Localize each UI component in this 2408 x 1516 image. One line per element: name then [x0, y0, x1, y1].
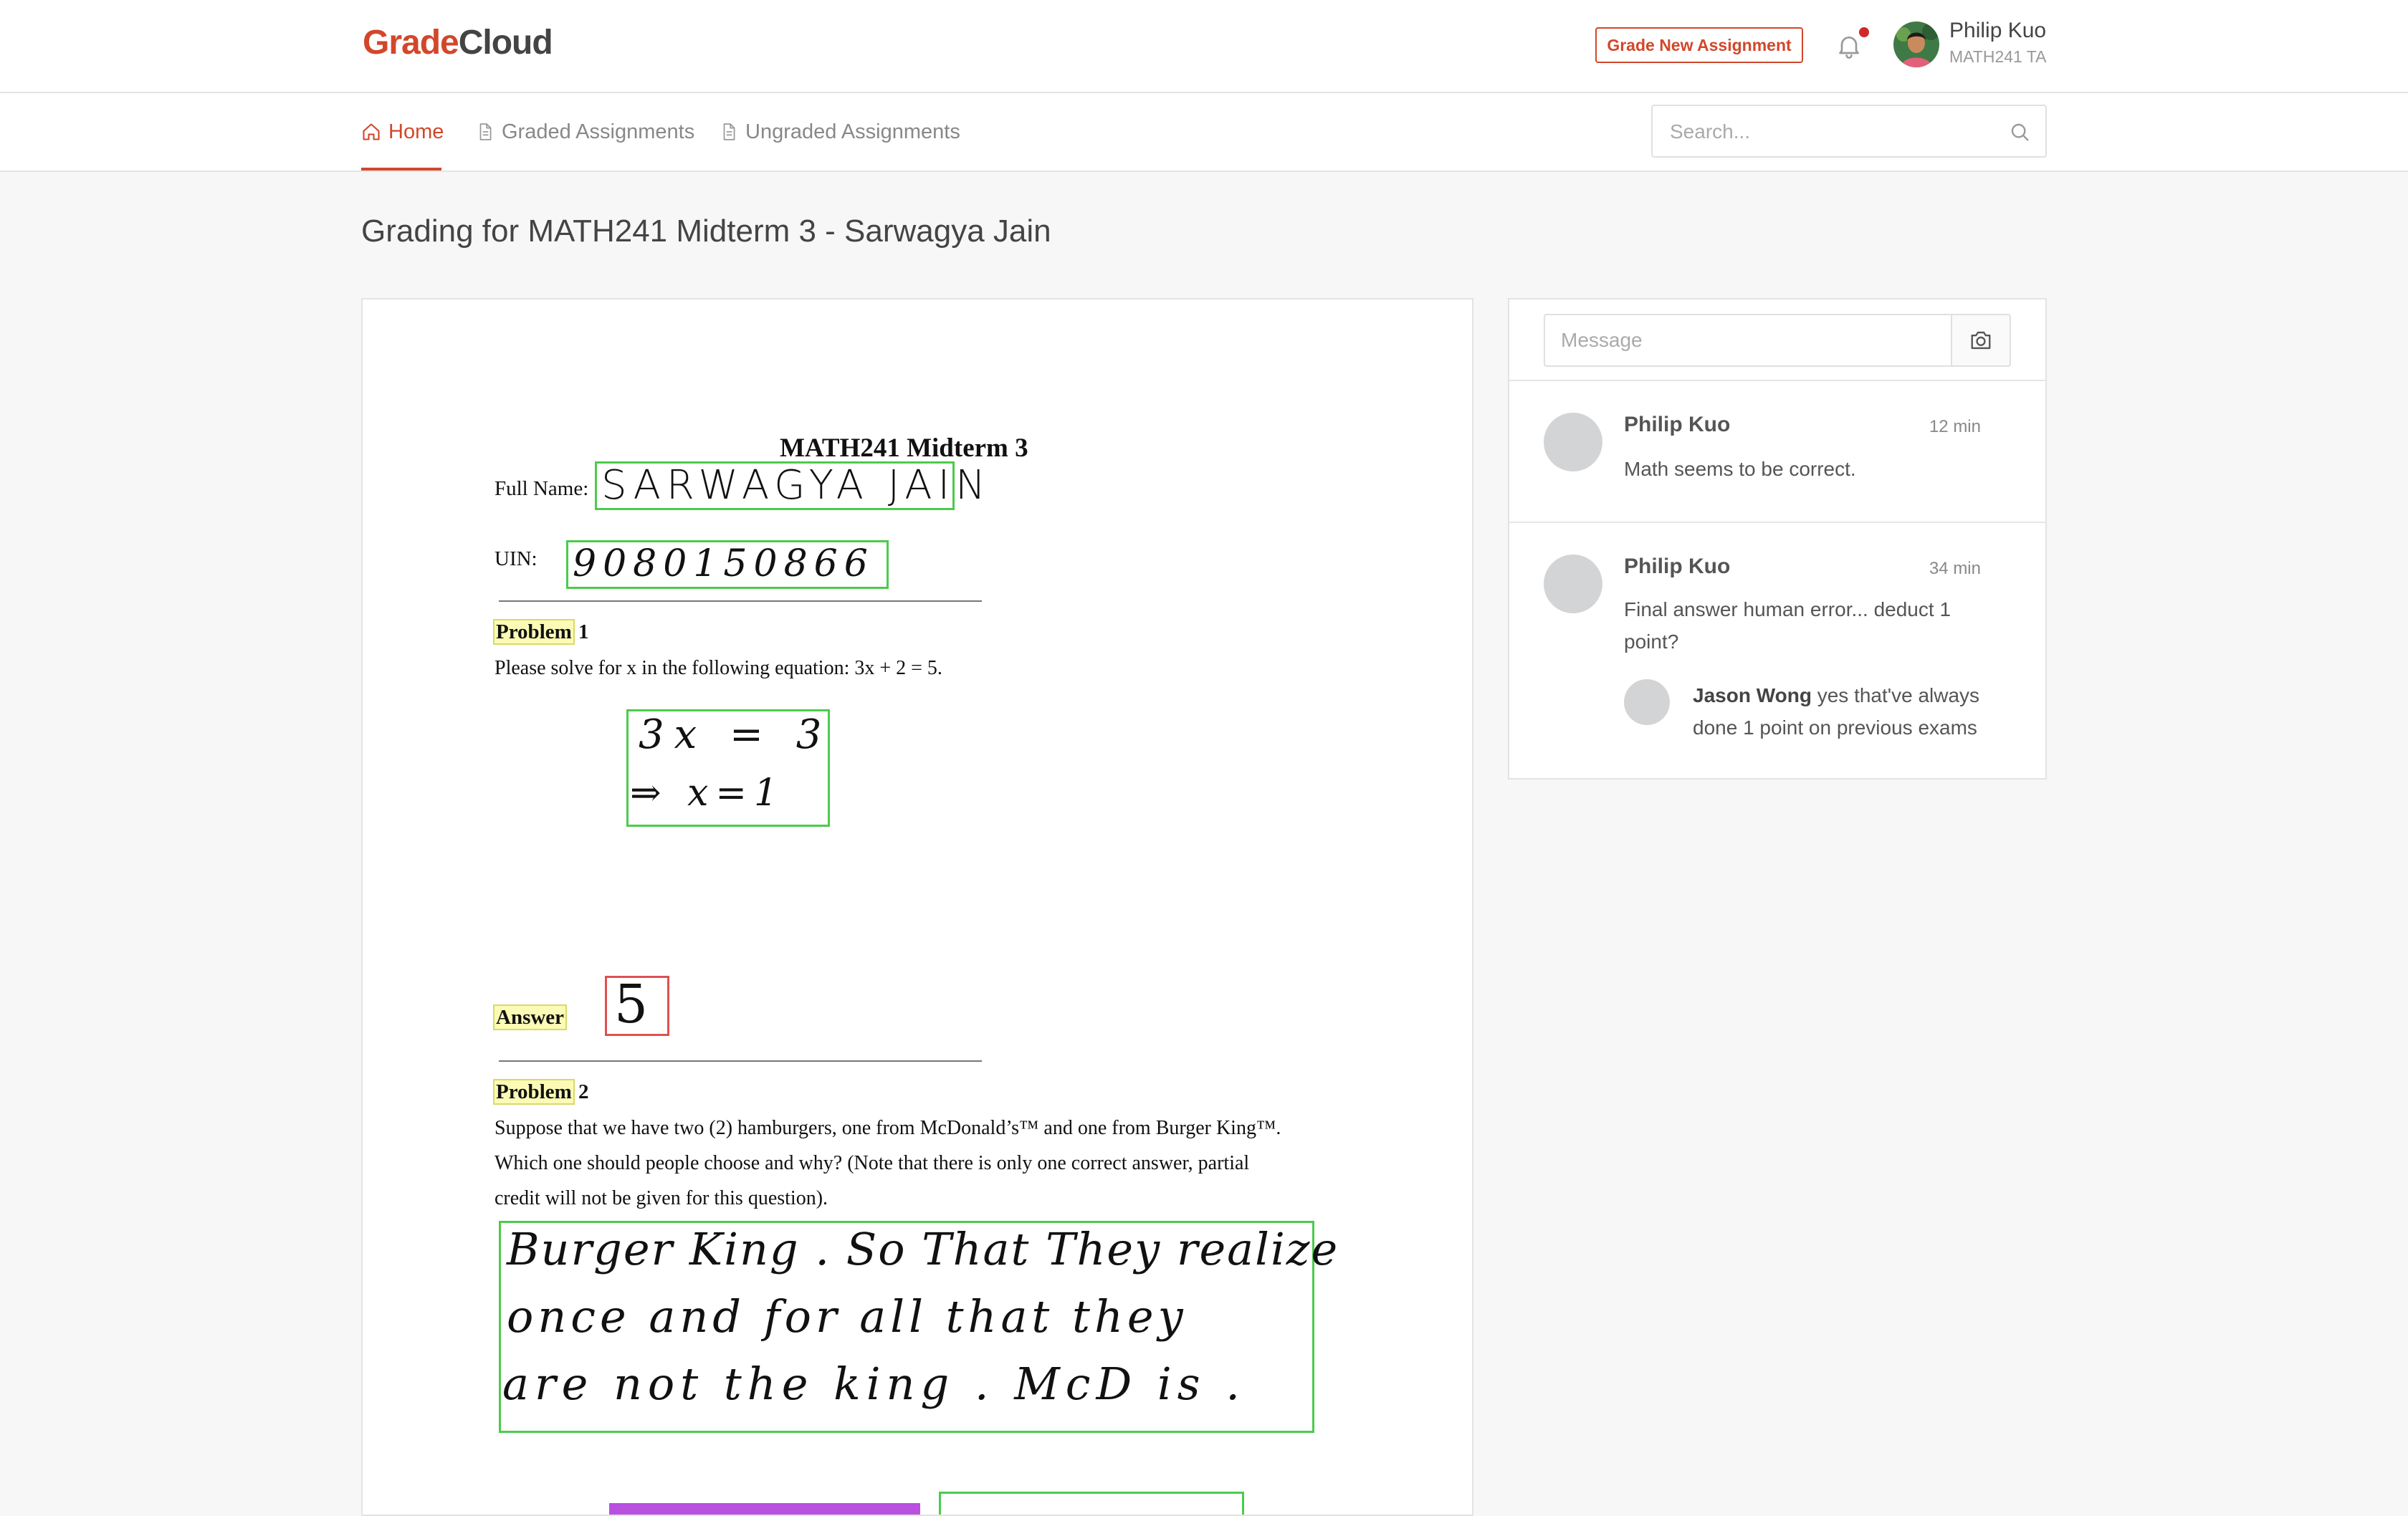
answer-2-line-1: Burger King . So That They realize	[507, 1223, 1339, 1275]
problem-2-answer-region[interactable]: Burger King . So That They realize once …	[499, 1221, 1337, 1433]
tab-home-label: Home	[388, 120, 444, 143]
search-icon[interactable]	[2008, 120, 2031, 143]
top-bar: GradeCloud Grade New Assignment Philip K…	[0, 0, 2408, 93]
full-name-label: Full Name:	[494, 477, 589, 500]
comment-text-line-1: Final answer human error... deduct 1	[1624, 598, 1951, 620]
nav-bar: Home Graded Assignments Ungraded Assignm…	[0, 93, 2408, 172]
problem-1-heading: Problem 1	[493, 619, 589, 645]
comment-time: 34 min	[1929, 559, 1981, 578]
reply: Jason Wong yes that've always done 1 poi…	[1693, 679, 2008, 744]
message-input[interactable]	[1545, 315, 1951, 365]
active-tab-indicator	[361, 168, 441, 171]
comment-time: 12 min	[1929, 417, 1981, 436]
avatar	[1624, 679, 1670, 725]
problem-2-number: 2	[578, 1080, 589, 1103]
home-icon	[363, 123, 380, 140]
tab-ungraded-assignments-label: Ungraded Assignments	[745, 120, 960, 143]
user-avatar[interactable]	[1893, 21, 1939, 67]
exam-document: MATH241 Midterm 3 Full Name: SARWAGYA JA…	[363, 299, 1472, 1515]
comments-panel: Philip Kuo 12 min Math seems to be corre…	[1508, 298, 2047, 779]
answer-label[interactable]: Answer	[492, 1004, 568, 1030]
logo-part-cloud: Cloud	[458, 24, 553, 62]
document-icon	[723, 123, 735, 140]
comment-author[interactable]: Philip Kuo	[1624, 413, 1730, 437]
uin-region[interactable]: 9080150866	[566, 540, 889, 589]
section-divider	[499, 1060, 982, 1062]
answer-heading: Answer	[492, 1004, 568, 1030]
logo[interactable]: GradeCloud	[363, 21, 553, 64]
problem-2-text-line-1: Suppose that we have two (2) hamburgers,…	[494, 1117, 1281, 1139]
tab-ungraded-assignments[interactable]: Ungraded Assignments	[720, 93, 960, 171]
avatar	[1544, 413, 1602, 471]
full-name-region[interactable]: SARWAGYA JAIN	[595, 461, 985, 510]
full-name-handwriting: SARWAGYA JAIN	[601, 462, 991, 509]
problem-1-work-region[interactable]: 3x = 3 ⇒ x=1	[626, 709, 830, 827]
document-icon	[479, 123, 492, 140]
user-role: MATH241 TA	[1949, 47, 2047, 66]
work-line-2: ⇒ x=1	[630, 772, 785, 815]
problem-2-text-line-2: Which one should people choose and why? …	[494, 1152, 1250, 1174]
camera-button[interactable]	[1951, 314, 2011, 367]
answer-2-line-2: once and for all that they	[507, 1290, 1188, 1343]
search-box	[1651, 105, 2047, 158]
problem-1-label[interactable]: Problem	[493, 619, 575, 645]
uin-label: UIN:	[494, 547, 538, 570]
logo-part-grade: Grade	[363, 24, 459, 62]
problem-3-answer-region-partial[interactable]	[939, 1492, 1244, 1515]
comment-text-line-2: point?	[1624, 630, 1679, 653]
tab-home[interactable]: Home	[361, 93, 444, 171]
work-line-1: 3x = 3	[639, 711, 832, 758]
exam-title: MATH241 Midterm 3	[780, 433, 1028, 463]
answer-handwriting: 5	[614, 974, 649, 1035]
problem-1-text: Please solve for x in the following equa…	[494, 657, 942, 679]
notification-badge	[1859, 27, 1869, 37]
problem-2-label[interactable]: Problem	[493, 1079, 575, 1105]
page-title: Grading for MATH241 Midterm 3 - Sarwagya…	[361, 214, 1051, 249]
answer-region-incorrect[interactable]: 5	[605, 974, 669, 1036]
search-input[interactable]	[1654, 107, 2001, 156]
chat-divider	[1509, 522, 2045, 523]
grade-new-assignment-button[interactable]: Grade New Assignment	[1595, 27, 1803, 63]
chat-divider	[1509, 380, 2045, 381]
problem-1-number: 1	[578, 620, 589, 643]
problem-2-heading: Problem 2	[493, 1079, 589, 1105]
tab-graded-assignments-label: Graded Assignments	[502, 120, 695, 143]
answer-2-line-3: are not the king . McD is .	[502, 1358, 1246, 1410]
section-divider	[499, 600, 982, 602]
notification-bell-icon[interactable]	[1835, 32, 1863, 60]
message-box	[1544, 314, 1951, 367]
problem-2-text-line-3: credit will not be given for this questi…	[494, 1187, 828, 1209]
comment-author[interactable]: Philip Kuo	[1624, 555, 1730, 579]
problem-3-region-partial[interactable]	[609, 1503, 920, 1515]
comment-text: Math seems to be correct.	[1624, 458, 1856, 480]
camera-icon	[1971, 331, 1991, 350]
uin-handwriting: 9080150866	[573, 542, 874, 585]
user-name[interactable]: Philip Kuo	[1949, 19, 2046, 43]
avatar	[1544, 555, 1602, 613]
tab-graded-assignments[interactable]: Graded Assignments	[476, 93, 694, 171]
reply-author[interactable]: Jason Wong	[1693, 684, 1812, 706]
exam-document-panel: MATH241 Midterm 3 Full Name: SARWAGYA JA…	[361, 298, 1473, 1516]
